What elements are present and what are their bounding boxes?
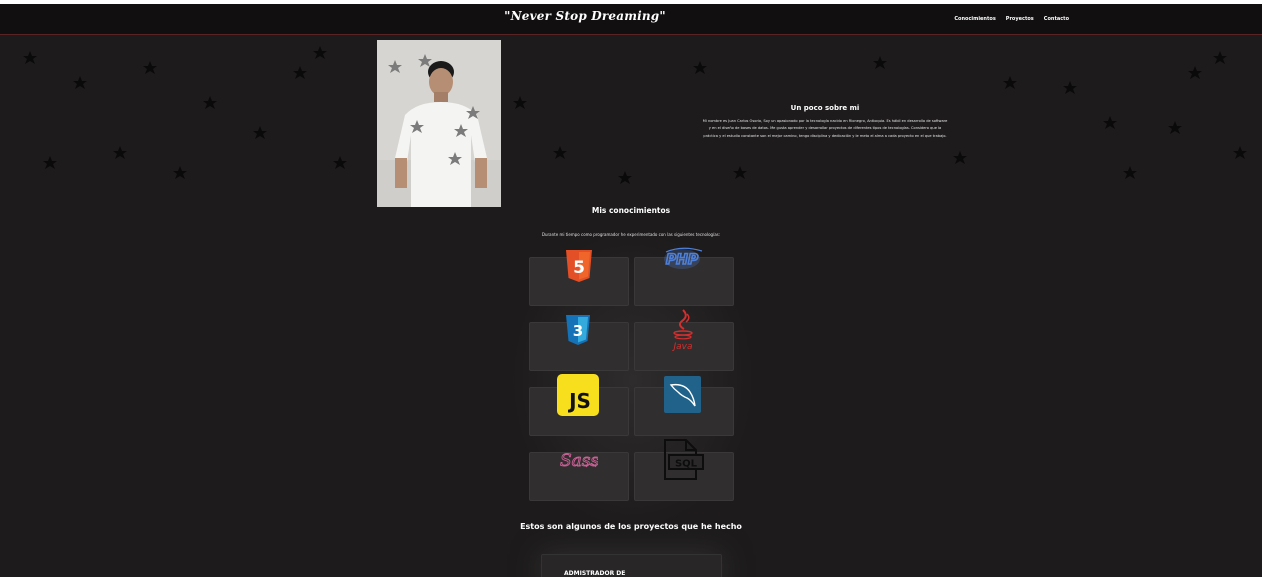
about-title: Un poco sobre mi: [790, 104, 860, 112]
java-icon: Java: [671, 309, 693, 352]
profile-photo-illustration: [377, 40, 501, 207]
svg-text:3: 3: [573, 322, 583, 340]
profile-photo: [377, 40, 501, 207]
nav-link-contacto[interactable]: Contacto: [1044, 16, 1069, 22]
javascript-icon: JS: [557, 374, 599, 416]
mysql-icon: [664, 376, 701, 413]
skills-title: Mis conocimientos: [591, 206, 671, 215]
projects-title: Estos son algunos de los proyectos que h…: [520, 522, 742, 531]
svg-text:Java: Java: [671, 342, 692, 352]
nav-link-proyectos[interactable]: Proyectos: [1006, 16, 1034, 22]
svg-text:JS: JS: [567, 389, 591, 413]
php-icon: PHP: [664, 247, 703, 269]
skills-subtitle: Durante mi tiempo como programador he ex…: [541, 232, 721, 237]
html5-icon: 5: [566, 250, 592, 282]
svg-text:5: 5: [573, 258, 585, 278]
sql-icon: SQL: [664, 439, 704, 480]
about-section: Un poco sobre mi Mi nombre es Juan Carlo…: [702, 104, 948, 140]
svg-text:Sass: Sass: [560, 451, 598, 471]
star-field-background: [23, 46, 1247, 184]
svg-text:SQL: SQL: [675, 459, 698, 470]
css3-icon: 3: [566, 315, 590, 345]
nav-links: Conocimientos Proyectos Contacto: [954, 16, 1069, 22]
sass-icon: Sass: [560, 451, 598, 472]
nav-link-conocimientos[interactable]: Conocimientos: [954, 16, 995, 22]
about-text: Mi nombre es Juan Carlos Osorio, Soy un …: [702, 119, 948, 138]
navbar: "Never Stop Dreaming" Conocimientos Proy…: [0, 4, 1262, 35]
svg-text:PHP: PHP: [666, 252, 699, 268]
project-card-title: ADMISTRADOR DE: [564, 570, 626, 577]
project-card[interactable]: ADMISTRADOR DE: [541, 554, 722, 577]
